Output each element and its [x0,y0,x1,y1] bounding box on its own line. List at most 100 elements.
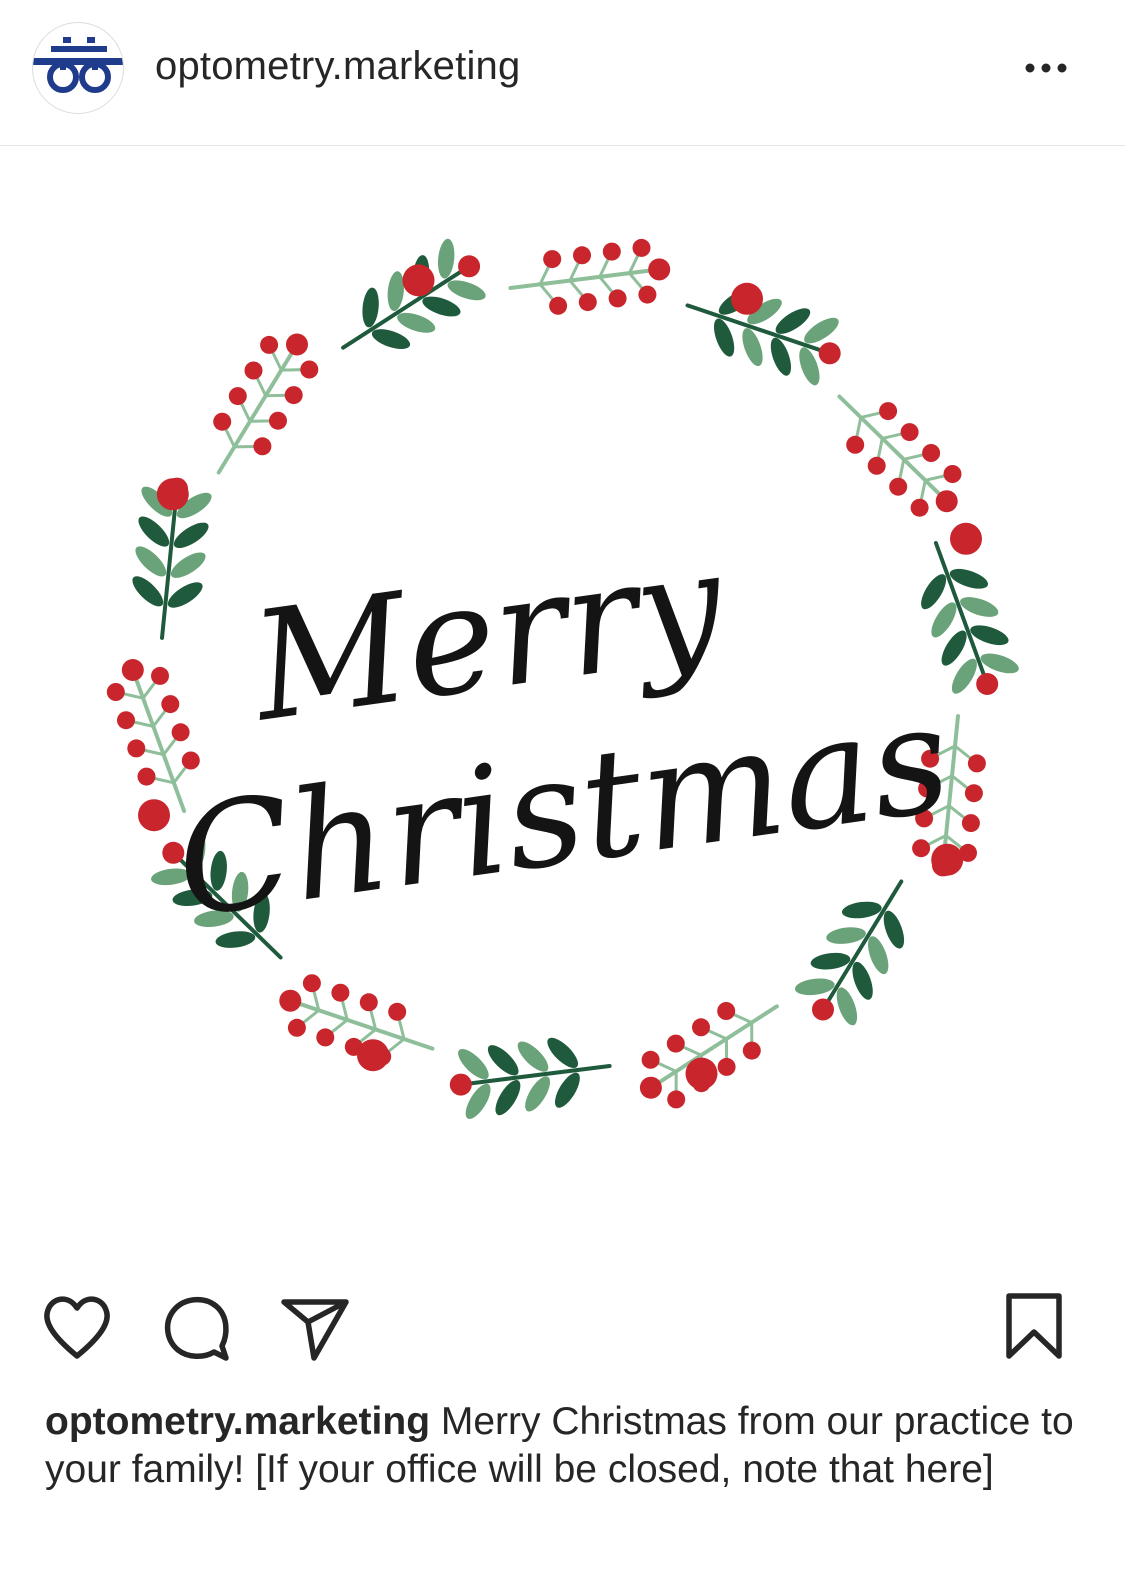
wreath-berry [922,444,941,462]
wreath-leaf [135,546,167,577]
wreath-berry [648,258,671,281]
wreath-berry [742,1041,761,1060]
wreath-berry [935,490,958,513]
wreath-berry [639,1076,662,1099]
wreath-berry [818,342,841,365]
wreath-berry [976,673,999,695]
wreath-berry [287,1018,306,1037]
wreath-berry [879,402,898,421]
wreath-berry [228,387,247,406]
wreath-berry [578,293,597,312]
more-options-icon[interactable] [1016,48,1076,88]
wreath-berry [286,333,308,356]
wreath-berry [260,335,279,354]
wreath-berry [161,695,180,714]
wreath-berry [608,289,627,308]
wreath-leaf [517,1041,549,1072]
wreath-stem [508,267,662,290]
action-bar [0,1290,1125,1370]
wreath-berry [666,1034,685,1053]
wreath-accent-berry [731,282,763,315]
wreath-leaf [554,1072,580,1108]
wreath-berry [602,242,621,261]
wreath-berry [961,814,980,833]
wreath-berry [316,1028,335,1047]
wreath-leaf [525,1076,551,1112]
share-icon[interactable] [278,1290,352,1369]
wreath-accent-berry [156,478,189,511]
wreath-leaf [387,271,404,312]
wreath-leaf [371,329,411,350]
bookmark-icon[interactable] [1003,1290,1065,1369]
wreath-leaf [495,1080,521,1116]
wreath-berry [900,423,919,442]
wreath-berry [692,1018,710,1037]
wreath-accent-berry [357,1039,389,1072]
wreath-berry [284,386,303,405]
wreath-berry [181,751,200,770]
wreath-accent-berry [138,799,170,832]
wreath-berry [910,498,929,517]
wreath-berry [244,361,263,380]
wreath-berry [573,246,591,265]
wreath-accent-berry [950,522,982,555]
wreath-leaf [487,1045,519,1076]
wreath-accent-berry [685,1057,718,1090]
wreath-berry [269,411,287,430]
wreath-berry [549,296,568,315]
wreath-leaf [362,287,379,328]
wreath-berry [117,711,135,730]
wreath-berry [106,683,125,701]
wreath-leaf [883,910,905,949]
wreath-leaf [826,927,866,944]
wreath-berry [812,998,834,1021]
wreath-berry [667,1090,686,1109]
wreath-berry [458,255,481,278]
wreath-leaf [132,576,164,607]
wreath-leaf [836,987,858,1026]
wreath-accent-berry [931,843,964,876]
wreath-leaf [397,312,436,333]
wreath-berry [964,784,983,803]
wreath-leaf [810,952,851,970]
wreath-leaf [138,516,170,547]
wreath-berry [171,723,190,742]
comment-icon[interactable] [160,1290,234,1369]
wreath-berry [253,437,272,456]
wreath-leaf [170,552,206,578]
wreath-berry [543,250,562,269]
caption-username[interactable]: optometry.marketing [45,1400,430,1443]
wreath-berry [867,456,886,475]
christmas-wreath-illustration: Merry Christmas [106,238,1019,1119]
wreath-leaf [438,238,455,279]
eyeglasses-logo-icon [33,37,123,93]
wreath-berry [213,412,232,431]
heart-icon[interactable] [40,1290,114,1369]
wreath-berry [967,754,986,773]
wreath-berry [279,989,302,1012]
post-header: optometry.marketing [0,0,1125,146]
wreath-leaf [447,280,486,301]
wreath-leaf [173,522,209,549]
wreath-berry [121,659,144,681]
avatar[interactable] [32,22,124,114]
wreath-leaf [852,961,873,1000]
post-image[interactable]: Merry Christmas [0,147,1125,1252]
wreath-berry [943,465,962,483]
wreath-berry [331,983,350,1002]
wreath-berry [717,1057,736,1076]
wreath-leaf [422,296,461,317]
wreath-accent-berry [402,264,435,297]
wreath-berry [638,285,657,304]
header-username[interactable]: optometry.marketing [155,44,520,89]
wreath-berry [302,974,321,993]
wreath-berry [300,360,319,379]
wreath-berry [846,435,865,454]
wreath-berry [641,1050,660,1069]
wreath-berry [889,477,908,496]
wreath-berry [151,666,169,685]
wreath-leaf [547,1037,579,1069]
wreath-berry [127,739,146,758]
wreath-leaf [841,901,882,919]
wreath-leaf [167,582,203,608]
